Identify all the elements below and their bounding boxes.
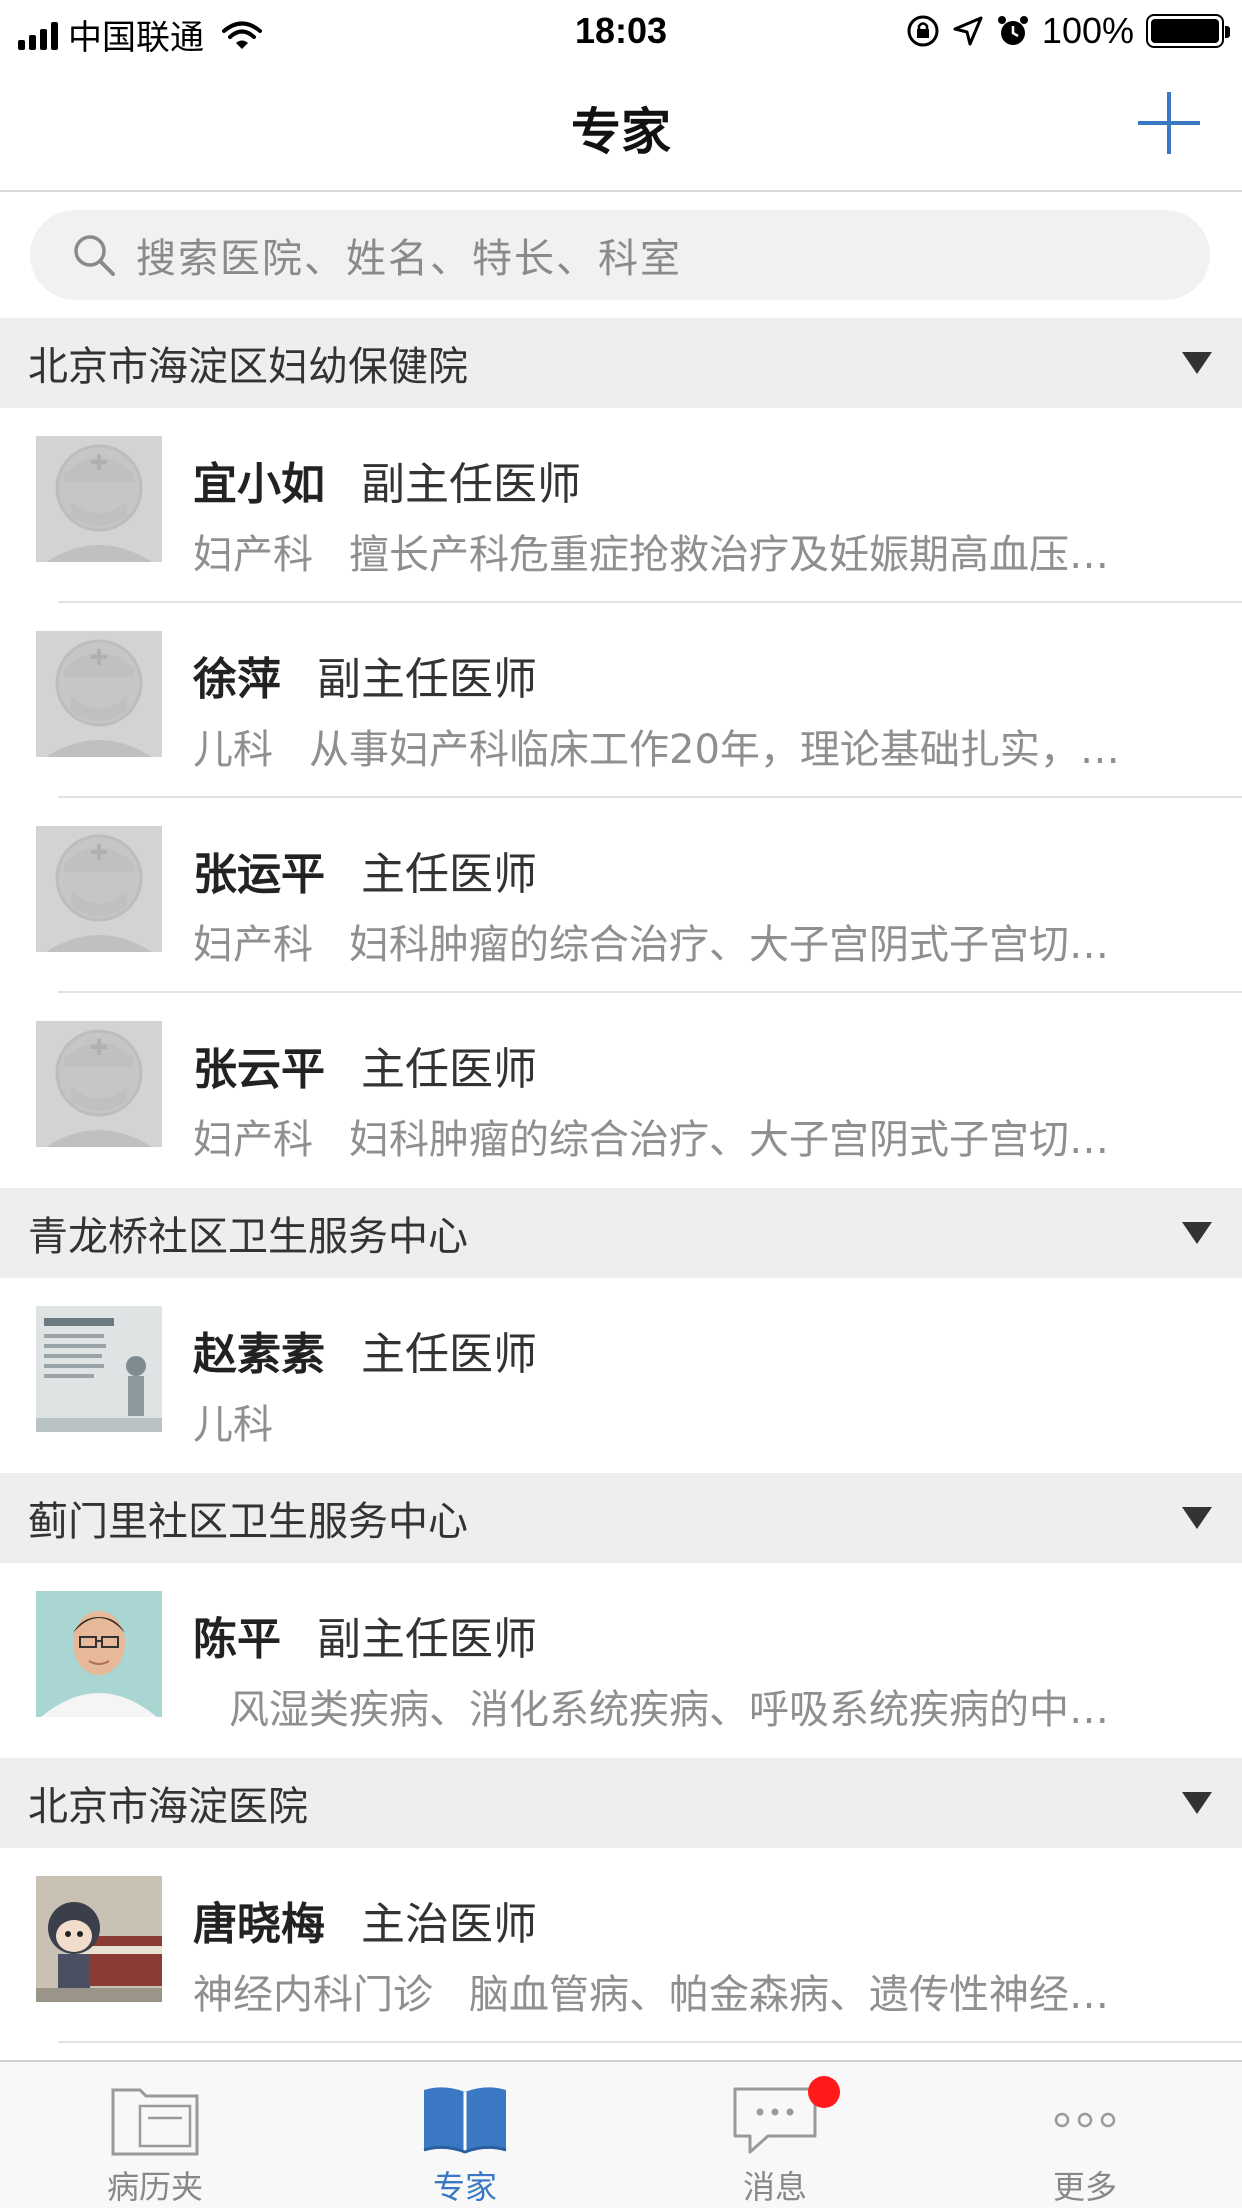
avatar	[36, 1021, 162, 1147]
doctor-specialty: 妇科肿瘤的综合治疗、大子宫阴式子宫切…	[349, 1117, 1109, 1163]
doctor-department: 神经内科门诊	[193, 1972, 433, 2018]
doctor-specialty: 从事妇产科临床工作20年，理论基础扎实，…	[309, 727, 1120, 773]
battery-icon	[1146, 14, 1230, 48]
caret-down-icon	[1182, 352, 1212, 374]
doctor-title: 副主任医师	[317, 1614, 537, 1665]
doctor-department: 儿科	[193, 1402, 273, 1448]
caret-down-icon	[1182, 1507, 1212, 1529]
doctor-specialty: 风湿类疾病、消化系统疾病、呼吸系统疾病的中…	[229, 1687, 1109, 1733]
section-header[interactable]: 北京市海淀区妇幼保健院	[0, 318, 1242, 408]
screen: 中国联通 18:03 100% 专家 搜索医院、姓名、特长、科室 北京市海淀区妇…	[0, 0, 1242, 2208]
avatar	[36, 436, 162, 562]
hospital-name: 青龙桥社区卫生服务中心	[28, 1214, 468, 1260]
chat-icon	[733, 2087, 817, 2154]
tab-experts[interactable]: 专家	[310, 2062, 620, 2208]
folder-icon	[111, 2088, 199, 2156]
avatar	[36, 1306, 162, 1432]
tab-label: 专家	[432, 2168, 497, 2206]
location-arrow-icon	[953, 16, 983, 46]
orientation-lock-icon	[907, 15, 939, 47]
search-placeholder: 搜索医院、姓名、特长、科室	[136, 236, 682, 282]
doctor-name: 唐晓梅	[193, 1899, 325, 1950]
doctor-title: 主任医师	[361, 1044, 537, 1095]
hospital-name: 北京市海淀医院	[28, 1784, 308, 1830]
section-header[interactable]: 青龙桥社区卫生服务中心	[0, 1188, 1242, 1278]
doctor-title: 副主任医师	[317, 654, 537, 705]
hospital-name: 北京市海淀区妇幼保健院	[28, 344, 468, 390]
doctor-department: 妇产科	[193, 922, 313, 968]
doctor-placeholder-icon	[36, 631, 162, 757]
search-bar[interactable]: 搜索医院、姓名、特长、科室	[30, 210, 1210, 300]
more-icon	[1054, 2112, 1116, 2128]
doctor-department: 妇产科	[193, 1117, 313, 1163]
avatar	[36, 1591, 162, 1717]
poster-avatar-image	[36, 1306, 162, 1432]
add-button[interactable]	[1136, 90, 1202, 156]
message-badge	[808, 2076, 840, 2108]
avatar	[36, 1876, 162, 2002]
caret-down-icon	[1182, 1792, 1212, 1814]
search-input[interactable]: 搜索医院、姓名、特长、科室	[30, 210, 1210, 300]
plus-icon	[1138, 92, 1200, 154]
avatar	[36, 826, 162, 952]
search-icon	[74, 235, 115, 276]
doctor-placeholder-icon	[36, 436, 162, 562]
section-header[interactable]: 北京市海淀医院	[0, 1758, 1242, 1848]
doctor-placeholder-icon	[36, 826, 162, 952]
doctor-row[interactable]: 赵素素 主任医师 儿科	[0, 1278, 1242, 1473]
hospital-name: 蓟门里社区卫生服务中心	[28, 1499, 468, 1545]
doctor-specialty: 妇科肿瘤的综合治疗、大子宫阴式子宫切…	[349, 922, 1109, 968]
book-icon	[423, 2087, 507, 2154]
cartoon-avatar-image	[36, 1876, 162, 2002]
doctor-photo	[36, 1591, 162, 1717]
nav-bar: 专家	[0, 62, 1242, 192]
doctor-row[interactable]: 张运平 主任医师 妇产科 妇科肿瘤的综合治疗、大子宫阴式子宫切…	[0, 798, 1242, 993]
doctor-department: 妇产科	[193, 532, 313, 578]
status-right: 100%	[906, 10, 1230, 52]
doctor-title: 副主任医师	[361, 459, 581, 510]
doctor-name: 徐萍	[193, 654, 281, 705]
doctor-name: 陈平	[193, 1614, 281, 1665]
doctor-name: 张云平	[193, 1044, 325, 1095]
tab-more[interactable]: 更多	[930, 2062, 1240, 2208]
doctor-row[interactable]: 陈平 副主任医师 风湿类疾病、消化系统疾病、呼吸系统疾病的中…	[0, 1563, 1242, 1758]
tab-label: 消息	[742, 2168, 807, 2206]
doctor-row[interactable]: 张云平 主任医师 妇产科 妇科肿瘤的综合治疗、大子宫阴式子宫切…	[0, 993, 1242, 1188]
battery-percent: 100%	[1041, 10, 1134, 51]
alarm-icon	[997, 16, 1028, 45]
tab-label: 更多	[1052, 2168, 1117, 2206]
doctor-specialty: 脑血管病、帕金森病、遗传性神经…	[469, 1972, 1109, 2018]
doctor-title: 主任医师	[361, 849, 537, 900]
tab-records[interactable]: 病历夹	[0, 2062, 310, 2208]
doctor-name: 张运平	[193, 849, 325, 900]
doctor-department: 儿科	[193, 727, 273, 773]
doctor-name: 宜小如	[193, 459, 325, 510]
tab-bar: 病历夹 专家 消息 更多	[0, 2060, 1242, 2208]
doctor-name: 赵素素	[193, 1329, 325, 1380]
tab-label: 病历夹	[106, 2168, 203, 2206]
avatar	[36, 631, 162, 757]
doctor-placeholder-icon	[36, 1021, 162, 1147]
doctor-row[interactable]: 唐晓梅 主治医师 神经内科门诊 脑血管病、帕金森病、遗传性神经…	[0, 1848, 1242, 2043]
doctor-row[interactable]: 徐萍 副主任医师 儿科 从事妇产科临床工作20年，理论基础扎实，…	[0, 603, 1242, 798]
status-bar: 中国联通 18:03 100%	[0, 0, 1242, 62]
doctor-list: 北京市海淀区妇幼保健院 宜小如 副主任医师 妇产科 擅长产科危重症抢救治疗及妊娠…	[0, 318, 1242, 2043]
doctor-row[interactable]: 宜小如 副主任医师 妇产科 擅长产科危重症抢救治疗及妊娠期高血压…	[0, 408, 1242, 603]
doctor-title: 主治医师	[361, 1899, 537, 1950]
doctor-specialty: 擅长产科危重症抢救治疗及妊娠期高血压…	[349, 532, 1109, 578]
page-title: 专家	[571, 103, 671, 161]
doctor-title: 主任医师	[361, 1329, 537, 1380]
caret-down-icon	[1182, 1222, 1212, 1244]
section-header[interactable]: 蓟门里社区卫生服务中心	[0, 1473, 1242, 1563]
tab-messages[interactable]: 消息	[620, 2062, 930, 2208]
